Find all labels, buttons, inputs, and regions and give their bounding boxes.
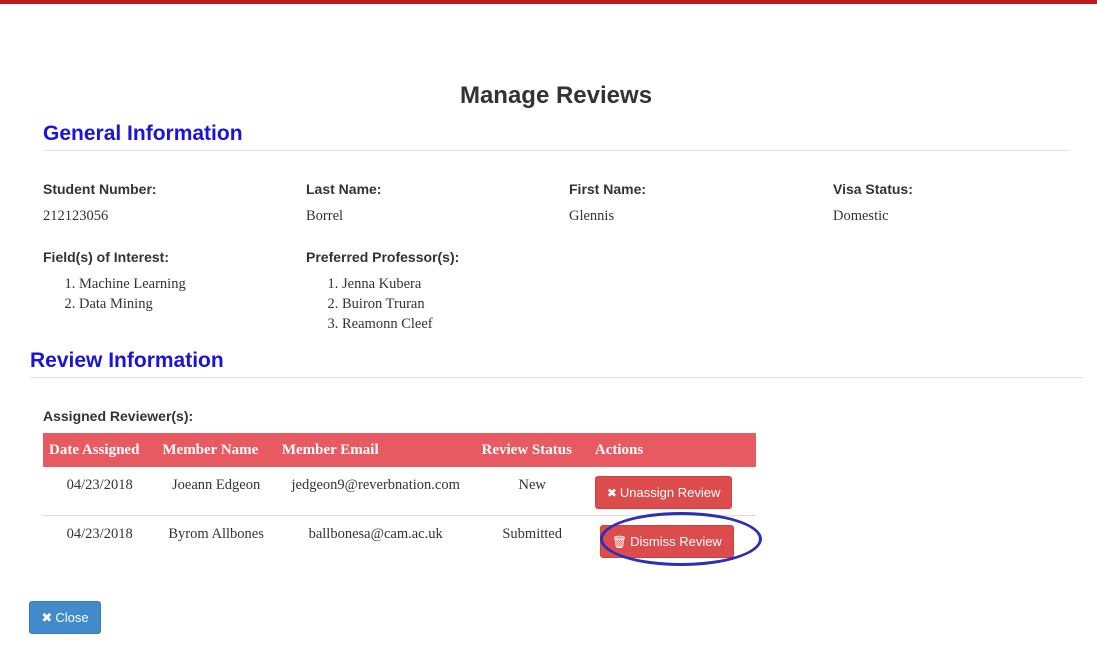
first-name-label: First Name:	[569, 181, 647, 197]
list-item: Reamonn Cleef	[342, 314, 433, 334]
column-header-date-assigned: Date Assigned	[43, 433, 157, 467]
page-title: Manage Reviews	[459, 82, 653, 109]
close-button[interactable]: ✖ Close	[29, 601, 101, 634]
table-header-row: Date Assigned Member Name Member Email R…	[43, 433, 756, 467]
column-header-member-name: Member Name	[156, 433, 276, 467]
dismiss-review-label: Dismiss Review	[630, 533, 722, 549]
student-number-label: Student Number:	[43, 181, 157, 197]
member-email-cell: jedgeon9@reverbnation.com	[275, 467, 476, 516]
member-name-cell: Joeann Edgeon	[156, 467, 276, 516]
visa-status-value: Domestic	[833, 208, 889, 224]
review-information-heading: Review Information	[30, 349, 224, 372]
divider	[30, 377, 1083, 378]
list-item: Jenna Kubera	[342, 274, 433, 294]
review-status-cell: New	[475, 467, 589, 516]
unassign-review-button[interactable]: ✖ Unassign Review	[594, 476, 733, 509]
preferred-professors-list: Jenna Kubera Buiron Truran Reamonn Cleef	[306, 274, 433, 334]
date-assigned-cell: 04/23/2018	[43, 467, 157, 516]
times-circle-icon: ✖	[606, 486, 617, 500]
reviewers-table: Date Assigned Member Name Member Email R…	[43, 433, 756, 563]
student-number-value: 212123056	[43, 208, 109, 224]
dismiss-review-button[interactable]: 🗑 Dismiss Review	[599, 524, 734, 558]
top-accent-bar	[0, 0, 1097, 4]
visa-status-label: Visa Status:	[833, 181, 913, 197]
table-row: 04/23/2018 Joeann Edgeon jedgeon9@reverb…	[43, 467, 756, 516]
last-name-value: Borrel	[306, 208, 344, 224]
date-assigned-cell: 04/23/2018	[66, 525, 133, 542]
review-status-cell: Submitted	[502, 525, 562, 542]
divider	[43, 150, 1070, 151]
actions-cell: ✖ Unassign Review	[588, 467, 756, 516]
fields-of-interest-label: Field(s) of Interest:	[43, 249, 170, 265]
column-header-review-status: Review Status	[475, 433, 589, 467]
last-name-label: Last Name:	[306, 181, 382, 197]
times-circle-icon: ✖	[41, 610, 53, 625]
first-name-value: Glennis	[569, 208, 615, 224]
member-email-cell: ballbonesa@cam.ac.uk	[308, 525, 443, 542]
actions-cell: 🗑 Dismiss Review	[589, 515, 756, 563]
unassign-review-label: Unassign Review	[619, 485, 721, 500]
preferred-professors-label: Preferred Professor(s):	[306, 249, 460, 265]
list-item: Buiron Truran	[342, 294, 433, 314]
trash-icon: 🗑	[611, 534, 628, 549]
list-item: Machine Learning	[79, 274, 186, 294]
column-header-member-email: Member Email	[275, 433, 476, 467]
assigned-reviewers-label: Assigned Reviewer(s):	[43, 408, 194, 424]
close-label: Close	[55, 610, 89, 625]
table-row: 04/23/2018 Byrom Allbones ballbonesa@cam…	[43, 515, 756, 563]
general-information-heading: General Information	[43, 122, 243, 145]
list-item: Data Mining	[79, 294, 186, 314]
member-name-cell: Byrom Allbones	[168, 525, 264, 542]
column-header-actions: Actions	[588, 433, 756, 467]
fields-of-interest-list: Machine Learning Data Mining	[43, 274, 186, 314]
